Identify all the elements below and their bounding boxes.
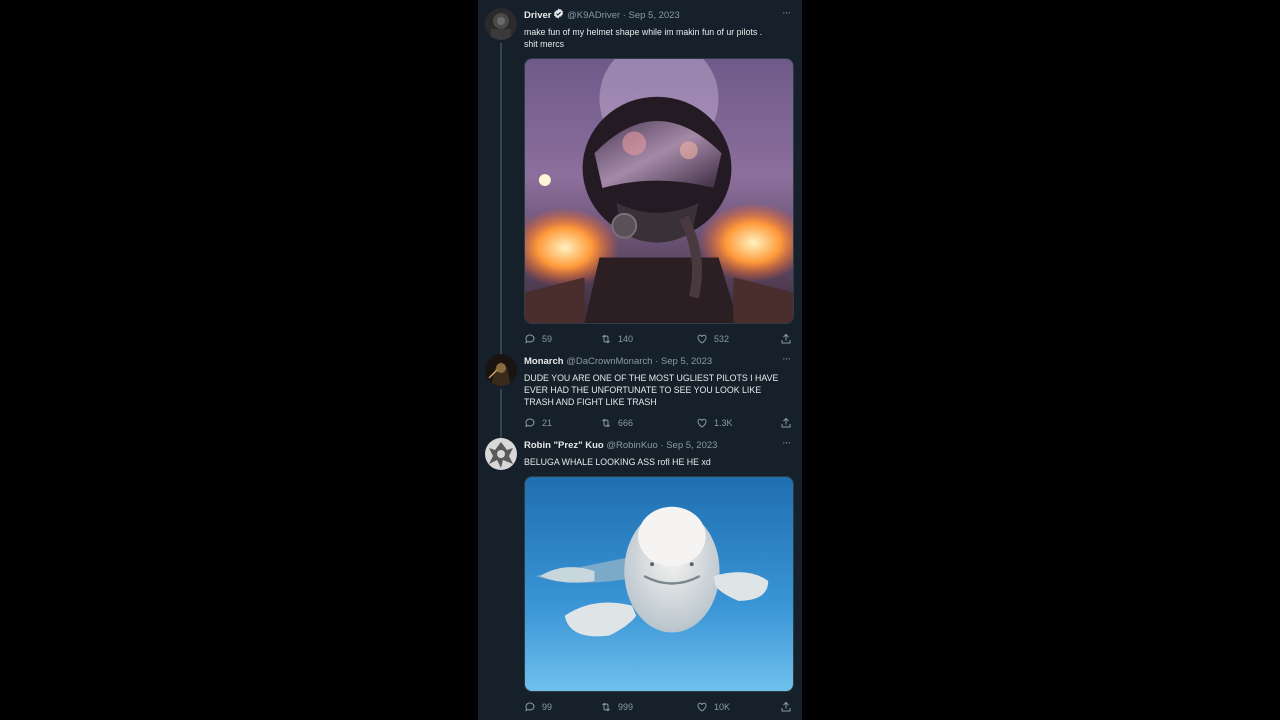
reply-button[interactable]: 59: [524, 332, 552, 346]
retweet-button[interactable]: 666: [600, 416, 633, 430]
verified-badge-icon: [554, 8, 564, 19]
like-count: 10K: [714, 702, 731, 712]
reply-icon: [525, 702, 535, 712]
display-name[interactable]: Monarch: [524, 356, 564, 367]
timestamp[interactable]: Sep 5, 2023: [629, 10, 680, 21]
reply-count: 99: [542, 702, 553, 712]
handle[interactable]: @K9ADriver: [567, 10, 620, 21]
more-options-icon[interactable]: ···: [778, 354, 794, 368]
retweet-icon: [602, 702, 610, 712]
reply-button[interactable]: 99: [524, 700, 552, 714]
beluga-whale-image[interactable]: [524, 476, 794, 692]
tweet-text-line: BELUGA WHALE LOOKING ASS rofl HE HE xd: [524, 457, 711, 467]
retweet-button[interactable]: 999: [600, 700, 633, 714]
tweet-text: DUDE YOU ARE ONE OF THE MOST UGLIEST PIL…: [524, 372, 790, 408]
like-count: 532: [714, 334, 730, 344]
more-options-icon[interactable]: ···: [778, 8, 794, 22]
tweet-header: Driver @K9ADriver · Sep 5, 2023: [524, 8, 680, 24]
tweet-actions: 21 666 1.3K: [524, 416, 794, 430]
retweet-count: 666: [618, 418, 634, 428]
like-icon: [697, 418, 707, 428]
avatar-robin-kuo[interactable]: [485, 438, 517, 470]
tweet-header: Robin "Prez" Kuo @RobinKuo · Sep 5, 2023: [524, 438, 717, 454]
thread-line: [500, 43, 502, 359]
tweet-header: Monarch @DaCrownMonarch · Sep 5, 2023: [524, 354, 712, 370]
like-icon: [697, 334, 707, 344]
retweet-count: 999: [618, 702, 634, 712]
separator: ·: [622, 10, 626, 21]
avatar-driver[interactable]: [485, 8, 517, 40]
tweet-monarch[interactable]: Monarch @DaCrownMonarch · Sep 5, 2023 ··…: [478, 354, 802, 439]
retweet-button[interactable]: 140: [600, 332, 633, 346]
reply-count: 59: [542, 334, 553, 344]
reply-button[interactable]: 21: [524, 416, 552, 430]
timestamp[interactable]: Sep 5, 2023: [666, 440, 717, 451]
share-button[interactable]: [780, 700, 792, 714]
fighter-pilot-helmet-image[interactable]: [524, 58, 794, 324]
tweet-driver[interactable]: Driver @K9ADriver · Sep 5, 2023 ··· make…: [478, 8, 802, 359]
handle[interactable]: @DaCrownMonarch: [566, 356, 652, 367]
like-button[interactable]: 1.3K: [696, 416, 733, 430]
display-name[interactable]: Driver: [524, 10, 551, 21]
separator: ·: [660, 440, 664, 451]
share-button[interactable]: [780, 416, 792, 430]
timeline-column: Driver @K9ADriver · Sep 5, 2023 ··· make…: [478, 0, 802, 720]
share-icon: [781, 333, 791, 344]
tweet-text-line: EVER HAD THE UNFORTUNATE TO SEE YOU LOOK…: [524, 385, 762, 395]
share-icon: [781, 417, 791, 428]
tweet-actions: 99 999 10K: [524, 700, 794, 714]
like-button[interactable]: 10K: [696, 700, 730, 714]
tweet-text-line: DUDE YOU ARE ONE OF THE MOST UGLIEST PIL…: [524, 373, 779, 383]
retweet-icon: [602, 334, 610, 344]
thread-line: [500, 389, 502, 439]
avatar-monarch[interactable]: [485, 354, 517, 386]
like-count: 1.3K: [714, 418, 733, 428]
reply-count: 21: [542, 418, 553, 428]
tweet-text-line: TRASH AND FIGHT LIKE TRASH: [524, 397, 657, 407]
separator: ·: [655, 356, 659, 367]
reply-icon: [525, 418, 535, 428]
like-button[interactable]: 532: [696, 332, 729, 346]
retweet-icon: [602, 418, 610, 428]
tweet-text-line: make fun of my helmet shape while im mak…: [524, 27, 763, 37]
tweet-robin-kuo[interactable]: Robin "Prez" Kuo @RobinKuo · Sep 5, 2023…: [478, 438, 802, 718]
tweet-actions: 59 140 532: [524, 332, 794, 346]
tweet-text: BELUGA WHALE LOOKING ASS rofl HE HE xd: [524, 456, 790, 468]
retweet-count: 140: [618, 334, 634, 344]
reply-icon: [525, 334, 535, 344]
tweet-text-line: shit mercs: [524, 39, 565, 49]
handle[interactable]: @RobinKuo: [606, 440, 657, 451]
display-name[interactable]: Robin "Prez" Kuo: [524, 440, 604, 451]
more-options-icon[interactable]: ···: [778, 438, 794, 452]
like-icon: [697, 702, 707, 712]
timestamp[interactable]: Sep 5, 2023: [661, 356, 712, 367]
share-button[interactable]: [780, 332, 792, 346]
tweet-text: make fun of my helmet shape while im mak…: [524, 26, 790, 50]
share-icon: [781, 701, 791, 712]
